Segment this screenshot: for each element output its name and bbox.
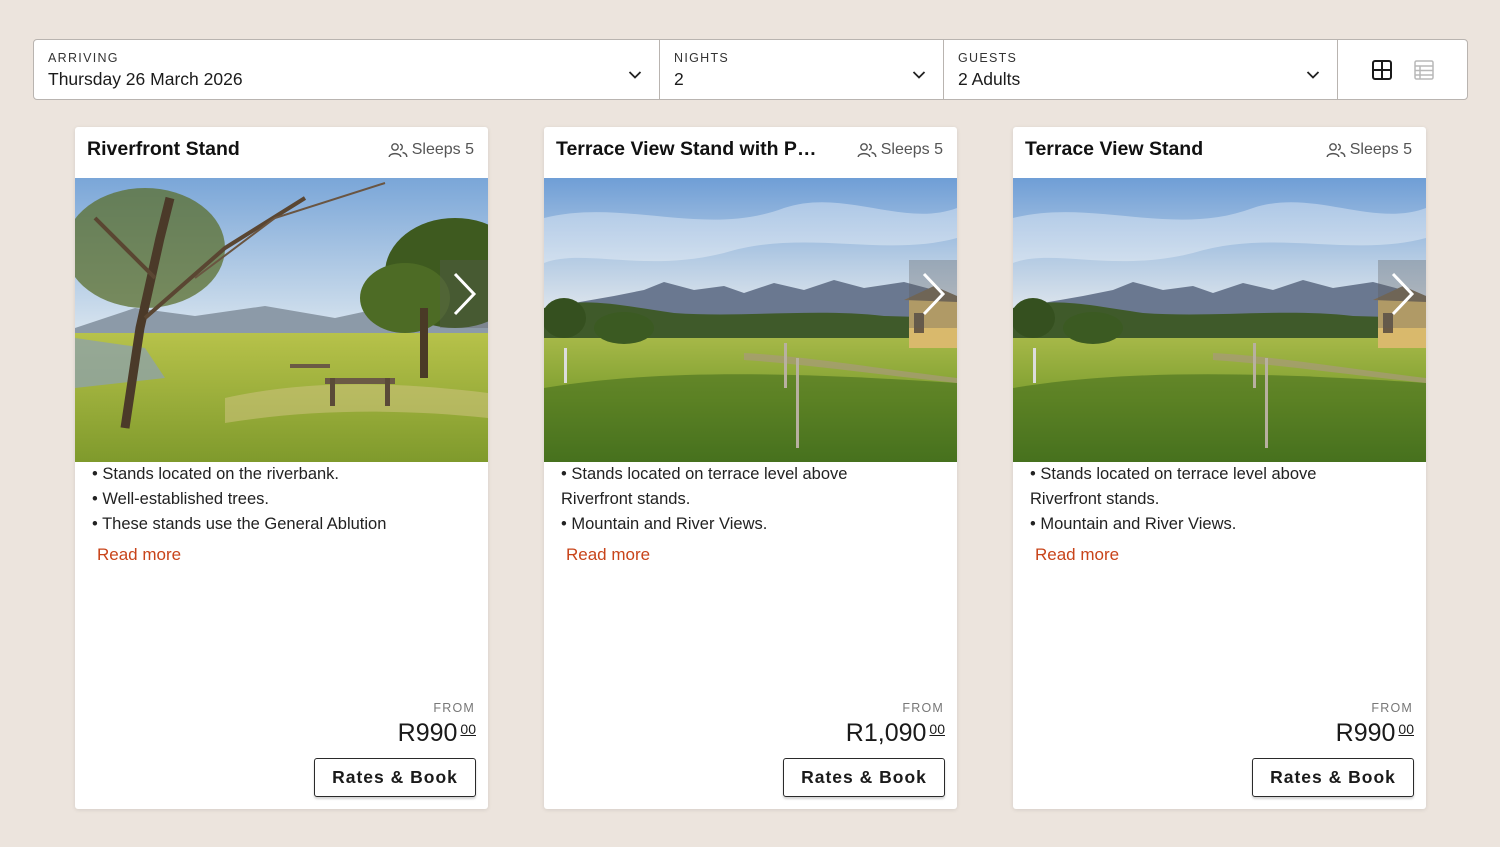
from-label: FROM (902, 701, 944, 715)
read-more-link[interactable]: Read more (97, 545, 188, 565)
nights-value: 2 (674, 69, 684, 89)
guests-label: GUESTS (958, 51, 1018, 65)
chevron-right-icon (1391, 272, 1415, 316)
nights-label: NIGHTS (674, 51, 730, 65)
card-header: Terrace View Stand with Pri... Sleeps 5 (544, 127, 957, 178)
list-view-icon[interactable] (1413, 59, 1435, 81)
desc-line: Riverfront stands. (1030, 490, 1160, 508)
sleeps-info: Sleeps 5 (857, 141, 943, 159)
people-icon (1326, 143, 1346, 158)
guests-select[interactable]: GUESTS 2 Adults (944, 40, 1338, 99)
desc-line: • Mountain and River Views. (1030, 515, 1237, 533)
card-description: • Stands located on the riverbank. • Wel… (92, 462, 422, 544)
price-amount: R990 (397, 719, 458, 747)
price: R1,090 00 (846, 717, 945, 749)
price-cents: 00 (929, 721, 945, 737)
carousel-next-button[interactable] (1378, 260, 1426, 328)
stand-photo[interactable] (544, 178, 957, 462)
price: R990 00 (1336, 717, 1414, 749)
price-cents: 00 (1398, 721, 1414, 737)
chevron-right-icon (922, 272, 946, 316)
read-more-link[interactable]: Read more (566, 545, 657, 565)
arriving-value: Thursday 26 March 2026 (48, 69, 243, 89)
desc-line: • Stands located on the riverbank. (92, 465, 340, 483)
stand-photo[interactable] (1013, 178, 1426, 462)
people-icon (857, 143, 877, 158)
stand-card: Terrace View Stand Sleeps 5 • Stands loc… (1013, 127, 1426, 809)
rates-book-button[interactable]: Rates & Book (314, 758, 476, 797)
stand-photo[interactable] (75, 178, 488, 462)
price: R990 00 (398, 717, 476, 749)
nights-select[interactable]: NIGHTS 2 (660, 40, 944, 99)
card-title[interactable]: Terrace View Stand with Pri... (556, 138, 824, 161)
sleeps-info: Sleeps 5 (388, 141, 474, 159)
sleeps-label: Sleeps 5 (880, 141, 943, 158)
chevron-down-icon (1306, 71, 1320, 79)
chevron-down-icon (628, 71, 642, 79)
arriving-date-picker[interactable]: ARRIVING Thursday 26 March 2026 (34, 40, 660, 99)
desc-line: • Stands located on terrace level above (1030, 465, 1317, 483)
riverbank-trees-photo (75, 178, 488, 462)
desc-line: • These stands use the General Ablution (92, 515, 387, 533)
chevron-right-icon (453, 272, 477, 316)
booking-search-bar: ARRIVING Thursday 26 March 2026 NIGHTS 2… (33, 39, 1468, 100)
price-amount: R1,090 (845, 719, 927, 747)
desc-line: • Mountain and River Views. (561, 515, 768, 533)
stand-card: Riverfront Stand Sleeps 5 • Stands locat… (75, 127, 488, 809)
rates-book-button[interactable]: Rates & Book (783, 758, 945, 797)
read-more-link[interactable]: Read more (1035, 545, 1126, 565)
from-label: FROM (433, 701, 475, 715)
card-title[interactable]: Riverfront Stand (87, 138, 240, 161)
view-toggle (1338, 40, 1467, 99)
chevron-down-icon (912, 71, 926, 79)
terrace-mountain-view-photo (1013, 178, 1426, 462)
from-label: FROM (1371, 701, 1413, 715)
grid-view-icon[interactable] (1371, 59, 1393, 81)
card-header: Terrace View Stand Sleeps 5 (1013, 127, 1426, 178)
desc-line: Riverfront stands. (561, 490, 691, 508)
carousel-next-button[interactable] (440, 260, 488, 328)
card-description: • Stands located on terrace level above … (1030, 462, 1360, 544)
people-icon (388, 143, 408, 158)
card-title[interactable]: Terrace View Stand (1025, 138, 1203, 161)
stand-card: Terrace View Stand with Pri... Sleeps 5 (544, 127, 957, 809)
rates-book-button[interactable]: Rates & Book (1252, 758, 1414, 797)
card-description: • Stands located on terrace level above … (561, 462, 891, 544)
guests-value: 2 Adults (958, 69, 1021, 89)
terrace-mountain-view-photo (544, 178, 957, 462)
desc-line: • Well-established trees. (92, 490, 269, 508)
desc-line: • Stands located on terrace level above (561, 465, 848, 483)
price-cents: 00 (460, 721, 476, 737)
carousel-next-button[interactable] (909, 260, 957, 328)
card-header: Riverfront Stand Sleeps 5 (75, 127, 488, 178)
sleeps-label: Sleeps 5 (1349, 141, 1412, 158)
sleeps-label: Sleeps 5 (411, 141, 474, 158)
price-amount: R990 (1335, 719, 1396, 747)
sleeps-info: Sleeps 5 (1326, 141, 1412, 159)
arriving-label: ARRIVING (48, 51, 119, 65)
